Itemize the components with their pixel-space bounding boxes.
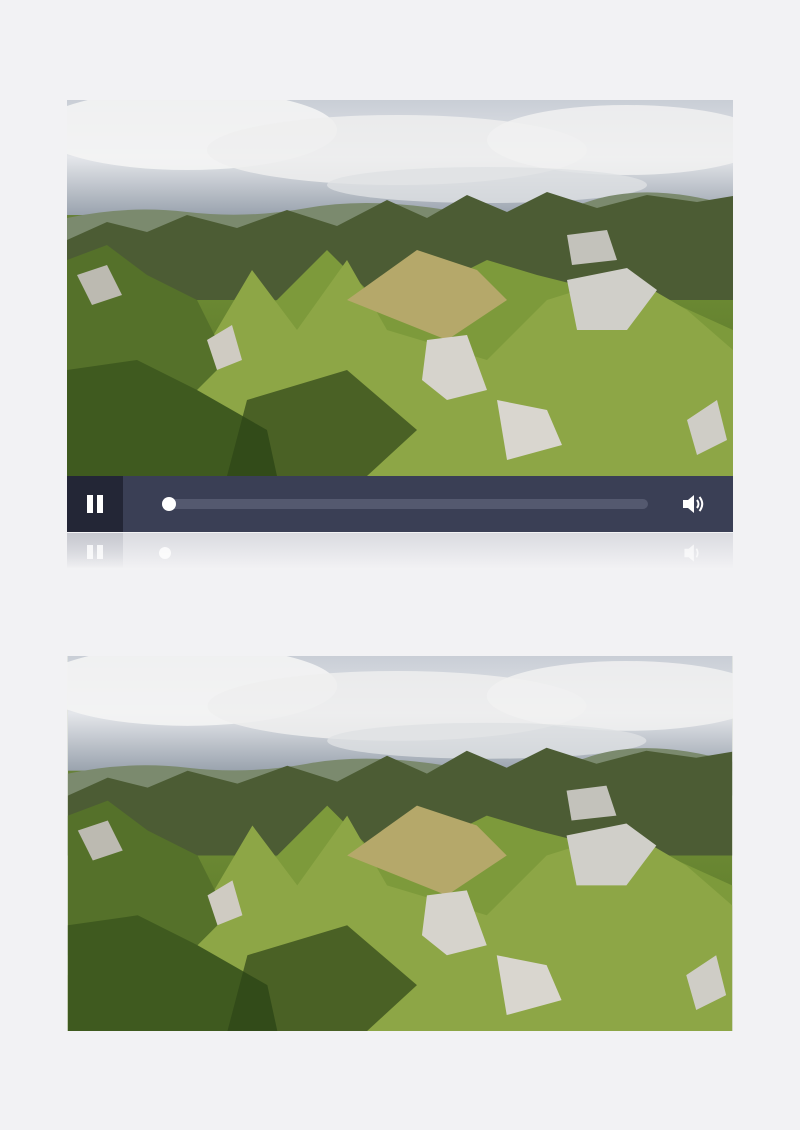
reflection-pause-area xyxy=(67,533,123,569)
progress-knob[interactable] xyxy=(162,497,176,511)
video-control-bar xyxy=(67,476,733,532)
video-frame[interactable] xyxy=(67,100,733,476)
reflection-volume-icon xyxy=(684,544,699,562)
progress-bar[interactable] xyxy=(162,497,648,511)
pause-button[interactable] xyxy=(67,476,123,532)
pause-icon xyxy=(87,495,93,513)
video-preview-frame xyxy=(67,656,733,1031)
video-landscape-image xyxy=(67,100,733,476)
reflection-pause-bar xyxy=(97,545,103,559)
control-bar-reflection xyxy=(67,533,733,569)
reflection-pause-bar xyxy=(87,545,93,559)
video-landscape-image xyxy=(67,656,733,1031)
speaker-volume-icon xyxy=(683,495,704,513)
pause-icon-bar xyxy=(97,495,103,513)
reflection-knob xyxy=(159,547,171,559)
volume-button[interactable] xyxy=(679,490,707,518)
